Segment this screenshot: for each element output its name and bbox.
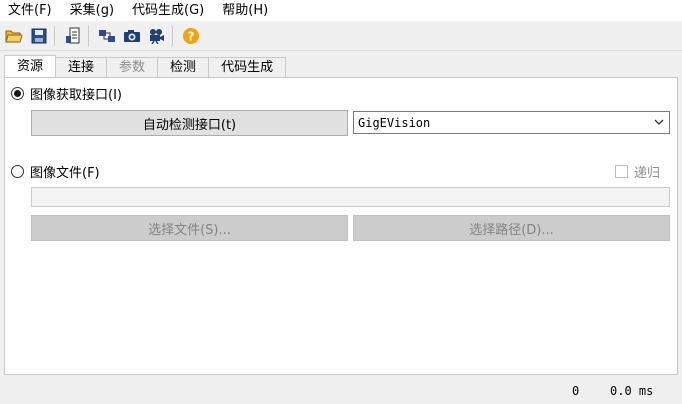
chevron-down-icon	[654, 119, 664, 125]
svg-text:?: ?	[188, 30, 195, 44]
status-bar: 0 0.0 ms	[0, 380, 682, 404]
image-file-radio-row[interactable]: 图像文件(F)	[11, 162, 100, 181]
menu-bar: 文件(F) 采集(g) 代码生成(G) 帮助(H)	[0, 0, 682, 21]
image-file-radio-label: 图像文件(F)	[30, 166, 100, 181]
tab-detection[interactable]: 检测	[157, 57, 210, 78]
tab-connection[interactable]: 连接	[55, 57, 108, 78]
tab-resource[interactable]: 资源	[4, 55, 57, 78]
toolbar-separator	[88, 26, 89, 46]
connect-icon[interactable]	[96, 25, 118, 47]
toolbar-separator	[54, 26, 55, 46]
tab-codegen[interactable]: 代码生成	[208, 57, 287, 78]
status-time: 0.0 ms	[610, 384, 654, 398]
interface-select-value: GigEVision	[358, 115, 431, 130]
interface-select[interactable]: GigEVision	[353, 111, 670, 134]
save-icon[interactable]	[28, 25, 50, 47]
status-count: 0	[572, 384, 580, 398]
interface-radio[interactable]	[11, 87, 24, 100]
interface-radio-row[interactable]: 图像获取接口(I)	[11, 84, 122, 103]
autodetect-interface-button[interactable]: 自动检测接口(t)	[31, 110, 348, 136]
select-path-button: 选择路径(D)...	[353, 215, 670, 241]
resource-panel: 图像获取接口(I) 自动检测接口(t) GigEVision 图像文件(F) 递…	[4, 77, 678, 375]
help-icon[interactable]: ?	[180, 25, 202, 47]
recursive-checkbox-row: 递归	[615, 162, 660, 181]
recursive-checkbox	[615, 165, 628, 178]
tab-strip: 资源 连接 参数 检测 代码生成	[4, 55, 287, 78]
recursive-label: 递归	[634, 166, 661, 181]
menu-acquire[interactable]: 采集(g)	[62, 0, 124, 21]
interface-radio-label: 图像获取接口(I)	[30, 88, 122, 103]
select-file-button: 选择文件(S)...	[31, 215, 348, 241]
menu-help[interactable]: 帮助(H)	[214, 0, 278, 21]
radio-selected-dot	[14, 90, 21, 97]
snapshot-icon[interactable]	[121, 25, 143, 47]
toolbar: ?	[0, 22, 682, 51]
params-icon[interactable]	[62, 25, 84, 47]
menu-codegen[interactable]: 代码生成(G)	[124, 0, 214, 21]
file-path-field	[31, 187, 670, 207]
open-folder-icon[interactable]	[3, 25, 25, 47]
menu-file[interactable]: 文件(F)	[0, 0, 62, 21]
live-camera-icon[interactable]	[146, 25, 168, 47]
toolbar-separator	[172, 26, 173, 46]
tab-parameters: 参数	[106, 57, 159, 78]
image-file-radio[interactable]	[11, 165, 24, 178]
